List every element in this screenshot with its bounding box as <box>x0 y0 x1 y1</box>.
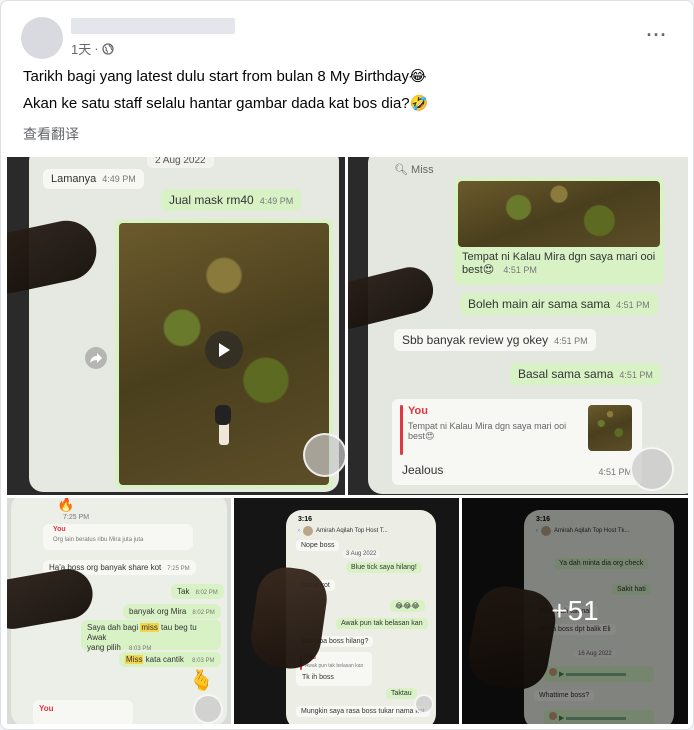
reply-bar <box>400 405 403 455</box>
photo-1[interactable]: Lamanya 4:49 PM 2 Aug 2022 Jual mask rm40… <box>7 157 345 495</box>
image-caption: Tempat ni Kalau Mira dgn saya mari ooi b… <box>462 251 656 277</box>
chat-text: Tk ih boss <box>302 674 334 681</box>
chat-bubble-in: Mungkin saya rasa boss tukar nama kot <box>296 706 430 717</box>
post-time[interactable]: 1天 <box>71 39 91 58</box>
chat-bubble-out: Boleh main air sama sama 4:51 PM <box>460 293 658 315</box>
see-translation-link[interactable]: 查看翻译 <box>23 124 79 144</box>
more-photos-count: +51 <box>551 595 599 626</box>
search-text: Miss <box>411 164 434 176</box>
chat-bubble-in: Nope boss <box>296 540 340 551</box>
scroll-button-icon[interactable] <box>303 433 345 477</box>
chat-text: Tak <box>177 587 190 596</box>
chat-bubble-out: Miss kata cantik 8:03 PM <box>119 652 221 667</box>
chat-text: Jual mask rm40 <box>169 193 254 207</box>
photo-2[interactable]: 🔍︎ Miss Tempat ni Kalau Mira dgn saya ma… <box>348 157 688 495</box>
video-message <box>115 219 333 489</box>
chat-time: 8:02 PM <box>195 590 218 596</box>
phone-screen: Lamanya 4:49 PM 2 Aug 2022 Jual mask rm40… <box>29 157 339 492</box>
chat-time: 7:25 PM <box>63 514 90 521</box>
contact-avatar <box>303 526 313 536</box>
chat-time: 4:51 PM <box>598 467 632 477</box>
highlight-text: miss <box>140 623 159 632</box>
phone-screen: 🔍︎ Miss Tempat ni Kalau Mira dgn saya ma… <box>368 157 688 494</box>
chat-time: 8:03 PM <box>192 658 215 664</box>
photo-3[interactable]: 🔥 7:25 PM You Org lain beratus ribu Mira… <box>7 498 231 724</box>
status-time: 3:16 <box>298 516 313 523</box>
reply-quoted: Awak pun tak belasan kan <box>305 663 364 669</box>
chat-time: 4:51 PM <box>503 265 537 275</box>
more-photos-overlay[interactable]: +51 <box>462 498 688 724</box>
fire-emoji: 🔥 <box>57 498 75 512</box>
photo-5[interactable]: 3:16 ‹ Amirah Aqilah Top Host Tk... Ya d… <box>462 498 688 724</box>
post-meta: 1天 · <box>71 39 114 58</box>
avatar[interactable] <box>21 17 63 59</box>
chat-bubble-in: Sbb banyak review yg okey 4:51 PM <box>394 329 596 351</box>
facebook-post-card: 1天 · ··· Tarikh bagi yang latest dulu st… <box>0 0 694 730</box>
play-icon[interactable] <box>205 331 243 369</box>
fingers-crossed-emoji: 🫰 <box>189 670 214 692</box>
back-icon[interactable]: ‹ <box>298 528 300 534</box>
meta-separator: · <box>94 41 99 56</box>
chat-bubble-out: banyak org Mira 8:02 PM <box>123 604 221 619</box>
more-options-icon[interactable]: ··· <box>643 21 671 49</box>
reply-author: You <box>39 704 54 713</box>
post-line-1: Tarikh bagi yang latest dulu start from … <box>23 68 427 85</box>
chat-text: kata cantik <box>143 655 184 664</box>
forward-icon[interactable] <box>85 347 107 369</box>
chat-time: 4:49 PM <box>259 196 294 206</box>
reply-bubble: You Tempat ni Kalau Mira dgn saya mari o… <box>392 399 642 485</box>
chat-time: 4:51 PM <box>616 300 650 310</box>
author-name-redacted[interactable] <box>71 18 235 34</box>
chat-text: Lamanya <box>51 173 97 185</box>
contact-name[interactable]: Amirah Aqilah Top Host T... <box>316 528 388 534</box>
scroll-button-icon[interactable] <box>630 447 674 491</box>
chat-header: ‹ Amirah Aqilah Top Host T... <box>298 526 428 536</box>
chat-bubble-out: Tak 8:02 PM <box>171 584 224 599</box>
image-thumbnail <box>458 181 660 247</box>
reply-author: You <box>408 405 428 417</box>
chat-text: Jealous <box>402 463 444 477</box>
reply-author: You <box>53 526 66 533</box>
reply-quoted: Tempat ni Kalau Mira dgn saya mari ooi b… <box>408 421 567 441</box>
highlight-text: Miss <box>125 655 144 664</box>
scroll-button-icon[interactable] <box>193 694 223 724</box>
reply-bubble: You Org lain beratus ribu Mira juta juta <box>43 524 193 550</box>
chat-time: 7:25 PM <box>167 566 190 572</box>
sandal-shape <box>215 405 231 425</box>
chat-bubble-out: Awak pun tak belasan kan <box>336 618 428 629</box>
chat-bubble-out: 😂😂😂 <box>390 600 425 612</box>
chat-bubble-out: Blue tick saya hilang! <box>346 562 422 573</box>
globe-icon <box>101 42 114 55</box>
reply-thumbnail <box>588 405 632 451</box>
chat-time: 4:51 PM <box>554 336 588 346</box>
chat-time: 4:51 PM <box>619 370 653 380</box>
chat-bubble-in: Lamanya 4:49 PM <box>43 169 144 189</box>
chat-text: yang pilih <box>87 643 121 652</box>
chat-text: banyak org Mira <box>129 607 187 616</box>
chat-text: Sbb banyak review yg okey <box>402 333 549 347</box>
chat-bubble-out: Jual mask rm40 4:49 PM <box>161 189 302 211</box>
post-line-2: Akan ke satu staff selalu hantar gambar … <box>23 95 429 112</box>
chat-text: Saya dah bagi <box>87 623 141 632</box>
image-message: Tempat ni Kalau Mira dgn saya mari ooi b… <box>454 177 664 285</box>
scroll-button-icon[interactable] <box>414 694 434 714</box>
chat-bubble-out: Taktau <box>386 688 417 699</box>
post-body: Tarikh bagi yang latest dulu start from … <box>23 67 673 121</box>
chat-bubble-out: Basal sama sama 4:51 PM <box>510 363 661 385</box>
chat-text: Tempat ni Kalau Mira dgn saya mari ooi b… <box>462 251 656 276</box>
photo-4[interactable]: 3:16 ‹ Amirah Aqilah Top Host T... Nope … <box>234 498 459 724</box>
reply-quoted: Org lain beratus ribu Mira juta juta <box>53 537 144 543</box>
date-chip: 2 Aug 2022 <box>147 157 214 168</box>
search-icon: 🔍︎ <box>394 164 408 176</box>
date-chip: 3 Aug 2022 <box>342 550 381 558</box>
chat-bubble-out: Saya dah bagi miss tau beg tu Awak yang p… <box>81 620 221 652</box>
chat-time: 8:02 PM <box>192 610 215 616</box>
chat-text: Basal sama sama <box>518 367 614 381</box>
chat-text: Boleh main air sama sama <box>468 297 611 311</box>
reply-bubble: You <box>33 700 133 724</box>
chat-time: 4:49 PM <box>102 174 136 184</box>
chat-search[interactable]: 🔍︎ Miss <box>394 163 434 176</box>
